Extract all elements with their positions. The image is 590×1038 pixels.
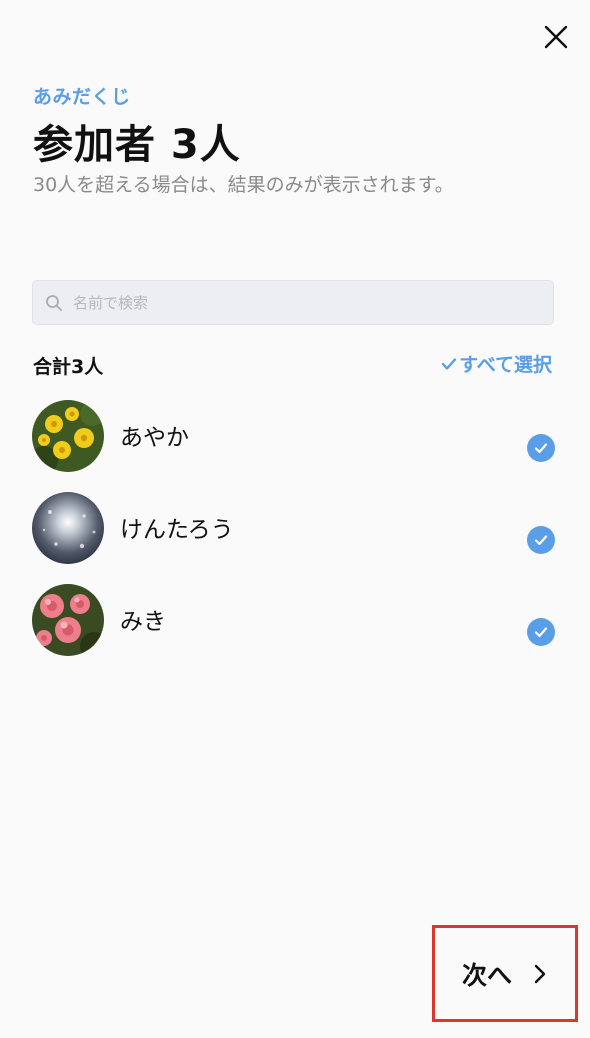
- next-button[interactable]: 次へ: [432, 925, 578, 1022]
- chevron-right-icon: [532, 963, 548, 985]
- member-row[interactable]: あやか: [0, 400, 590, 492]
- avatar: [32, 492, 104, 564]
- total-count-label: 合計3人: [33, 356, 104, 378]
- page-subtitle: 30人を超える場合は、結果のみが表示されます。: [33, 174, 454, 196]
- avatar: [32, 584, 104, 656]
- check-circle-icon[interactable]: [527, 434, 555, 462]
- select-all-label: すべて選択: [459, 354, 552, 376]
- member-name: けんたろう: [120, 517, 234, 543]
- search-input[interactable]: [71, 280, 553, 325]
- check-circle-icon[interactable]: [527, 526, 555, 554]
- next-label: 次へ: [461, 960, 512, 990]
- close-icon: [544, 25, 568, 49]
- select-all-button[interactable]: すべて選択: [441, 350, 552, 377]
- avatar: [32, 400, 104, 472]
- search-icon: [45, 294, 63, 312]
- check-circle-icon[interactable]: [527, 618, 555, 646]
- member-row[interactable]: みき: [0, 584, 590, 676]
- member-name: あやか: [120, 425, 189, 451]
- close-button[interactable]: [540, 22, 572, 54]
- member-row[interactable]: けんたろう: [0, 492, 590, 584]
- page-title: 参加者 3人: [33, 122, 241, 168]
- app-eyebrow-label: あみだくじ: [33, 86, 131, 108]
- search-box[interactable]: [32, 280, 554, 325]
- member-name: みき: [120, 609, 166, 635]
- check-icon: [441, 356, 457, 372]
